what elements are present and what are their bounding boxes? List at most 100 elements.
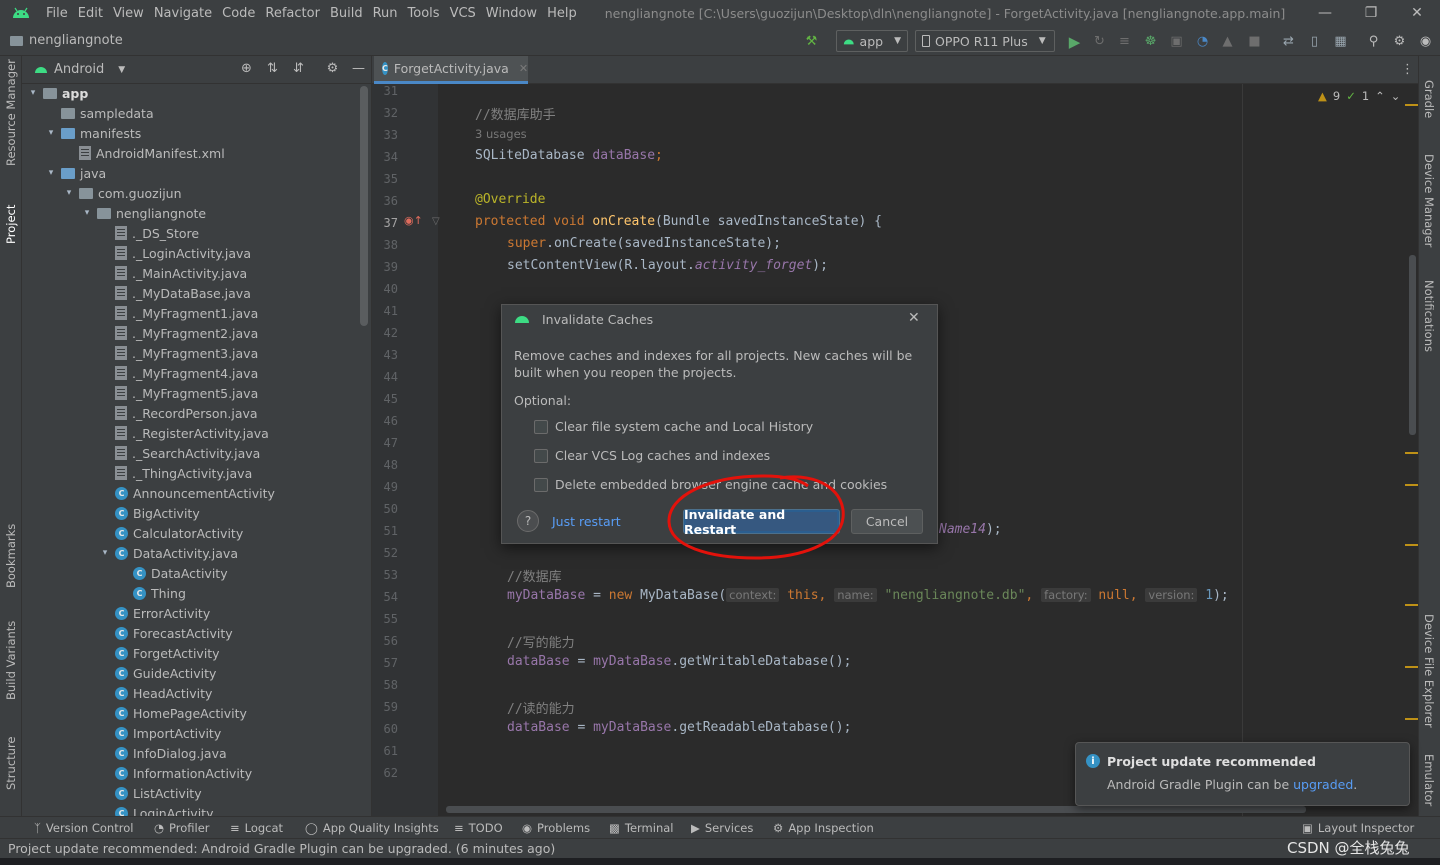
tree-item[interactable]: ._ThingActivity.java	[100, 463, 252, 483]
just-restart-link[interactable]: Just restart	[552, 514, 621, 529]
menu-tools[interactable]: Tools	[408, 6, 440, 21]
menu-code[interactable]: Code	[222, 6, 255, 21]
tool-device-file-explorer[interactable]: Device File Explorer	[1422, 614, 1436, 728]
tool-terminal[interactable]: ▩ Terminal	[609, 821, 673, 835]
restore-icon[interactable]: ❐	[1348, 0, 1394, 26]
sdk-manager-icon[interactable]: ▦	[1333, 34, 1348, 49]
menu-build[interactable]: Build	[330, 6, 363, 21]
tree-item[interactable]: C ForgetActivity	[100, 643, 220, 663]
tool-app-quality-insights[interactable]: ◯ App Quality Insights	[305, 821, 439, 835]
search-icon[interactable]: ⚲	[1366, 34, 1381, 49]
option-clear-fs-cache[interactable]: Clear file system cache and Local Histor…	[534, 419, 813, 434]
debug-icon[interactable]: ☸	[1143, 34, 1158, 49]
tree-item[interactable]: ▾ nengliangnote	[82, 203, 206, 223]
apply-changes-icon[interactable]: ↻	[1092, 34, 1107, 49]
gear-icon[interactable]: ⚙	[325, 61, 340, 76]
checkbox[interactable]	[534, 477, 548, 492]
chevron-down-icon[interactable]: ▾	[82, 208, 92, 218]
tool-logcat[interactable]: ≡ Logcat	[230, 821, 283, 835]
project-scrollbar[interactable]	[360, 86, 368, 326]
tree-item[interactable]: ._MainActivity.java	[100, 263, 247, 283]
tree-item[interactable]: ._RegisterActivity.java	[100, 423, 269, 443]
tree-item[interactable]: C GuideActivity	[100, 663, 216, 683]
tree-item[interactable]: C AnnouncementActivity	[100, 483, 275, 503]
stripe-mark[interactable]	[1405, 104, 1418, 106]
menu-view[interactable]: View	[113, 6, 144, 21]
tab-forget-activity[interactable]: C ForgetActivity.java ✕	[374, 56, 528, 84]
checkbox[interactable]	[534, 419, 548, 434]
help-button[interactable]: ?	[517, 510, 539, 532]
tree-item[interactable]: ._MyFragment5.java	[100, 383, 258, 403]
breadcrumb[interactable]: nengliangnote	[10, 33, 123, 48]
menu-help[interactable]: Help	[547, 6, 577, 21]
collapse-all-icon[interactable]: ⇵	[291, 61, 306, 76]
tool-device-manager[interactable]: Device Manager	[1422, 154, 1436, 247]
stripe-mark[interactable]	[1405, 452, 1418, 454]
run-config-select[interactable]: app ▼	[836, 30, 908, 52]
tree-item[interactable]: C ImportActivity	[100, 723, 221, 743]
editor-horizontal-scrollbar[interactable]	[446, 806, 1306, 813]
close-window-icon[interactable]: ✕	[1394, 0, 1440, 26]
coverage-icon[interactable]: ▲	[1220, 34, 1235, 49]
chevron-down-icon[interactable]: ▾	[100, 548, 110, 558]
tree-item[interactable]: C HomePageActivity	[100, 703, 247, 723]
hammer-icon[interactable]: ⚒	[804, 34, 819, 49]
option-clear-vcs-log[interactable]: Clear VCS Log caches and indexes	[534, 448, 770, 463]
tool-emulator[interactable]: Emulator	[1422, 754, 1436, 806]
menu-edit[interactable]: Edit	[78, 6, 103, 21]
tree-item[interactable]: ._LoginActivity.java	[100, 243, 251, 263]
menu-vcs[interactable]: VCS	[450, 6, 476, 21]
tool-bookmarks[interactable]: Bookmarks	[4, 524, 18, 588]
gear-icon[interactable]: ⚙	[1392, 34, 1407, 49]
tree-item[interactable]: ▾ com.guozijun	[64, 183, 182, 203]
tool-resource-manager[interactable]: Resource Manager	[4, 59, 18, 166]
tree-item[interactable]: ._MyDataBase.java	[100, 283, 251, 303]
upgrade-link[interactable]: upgraded	[1293, 777, 1353, 792]
tree-item[interactable]: ._RecordPerson.java	[100, 403, 258, 423]
tool-gradle[interactable]: Gradle	[1422, 80, 1436, 118]
device-select[interactable]: OPPO R11 Plus ▼	[915, 30, 1055, 52]
tree-item[interactable]: ._MyFragment4.java	[100, 363, 258, 383]
sync-gradle-icon[interactable]: ⇄	[1281, 34, 1296, 49]
tree-item[interactable]: ._MyFragment2.java	[100, 323, 258, 343]
stripe-mark[interactable]	[1405, 718, 1418, 720]
tree-item[interactable]: C DataActivity	[118, 563, 228, 583]
expand-all-icon[interactable]: ⇅	[265, 61, 280, 76]
tree-item[interactable]: C LoginActivity	[100, 803, 213, 816]
tree-item[interactable]: C CalculatorActivity	[100, 523, 243, 543]
menu-file[interactable]: File	[46, 6, 68, 21]
tool-todo[interactable]: ≡ TODO	[454, 821, 503, 835]
tool-layout-inspector[interactable]: ▣ Layout Inspector	[1302, 821, 1414, 835]
inspection-widget[interactable]: ▲ 9 ✓ 1 ⌃ ⌄	[1318, 89, 1400, 103]
apply-code-changes-icon[interactable]: ≡	[1117, 34, 1132, 49]
tree-item[interactable]: C InfoDialog.java	[100, 743, 227, 763]
assistant-icon[interactable]: ◉	[1418, 34, 1433, 49]
tool-problems[interactable]: ◉ Problems	[522, 821, 590, 835]
tree-item[interactable]: ▾ manifests	[46, 123, 142, 143]
override-icon[interactable]: ◉↑	[404, 214, 423, 227]
tree-item[interactable]: C Thing	[118, 583, 186, 603]
tool-services[interactable]: ▶ Services	[691, 821, 753, 835]
tool-profiler[interactable]: ◔ Profiler	[154, 821, 210, 835]
tool-version-control[interactable]: ᛉ Version Control	[34, 821, 133, 835]
tree-item[interactable]: ._MyFragment1.java	[100, 303, 258, 323]
close-icon[interactable]: ✕	[908, 310, 920, 326]
tool-notifications[interactable]: Notifications	[1422, 280, 1436, 352]
tree-item[interactable]: C HeadActivity	[100, 683, 212, 703]
tree-item[interactable]: C ForecastActivity	[100, 623, 233, 643]
prev-highlight-icon[interactable]: ⌃	[1375, 89, 1385, 103]
project-update-notification[interactable]: i Project update recommended Android Gra…	[1075, 742, 1410, 806]
stripe-mark[interactable]	[1405, 544, 1418, 546]
status-message[interactable]: Project update recommended: Android Grad…	[8, 841, 555, 856]
tree-item[interactable]: C InformationActivity	[100, 763, 252, 783]
stripe-mark[interactable]	[1405, 666, 1418, 668]
tree-item[interactable]: ▾ java	[46, 163, 106, 183]
next-highlight-icon[interactable]: ⌄	[1391, 89, 1401, 103]
tree-item[interactable]: ▾ C DataActivity.java	[100, 543, 238, 563]
cancel-button[interactable]: Cancel	[851, 509, 923, 534]
attach-debugger-icon[interactable]: ▣	[1169, 34, 1184, 49]
stripe-mark[interactable]	[1405, 604, 1418, 606]
device-manager-icon[interactable]: ▯	[1307, 34, 1322, 49]
tree-item[interactable]: ._DS_Store	[100, 223, 199, 243]
tool-build-variants[interactable]: Build Variants	[4, 621, 18, 700]
